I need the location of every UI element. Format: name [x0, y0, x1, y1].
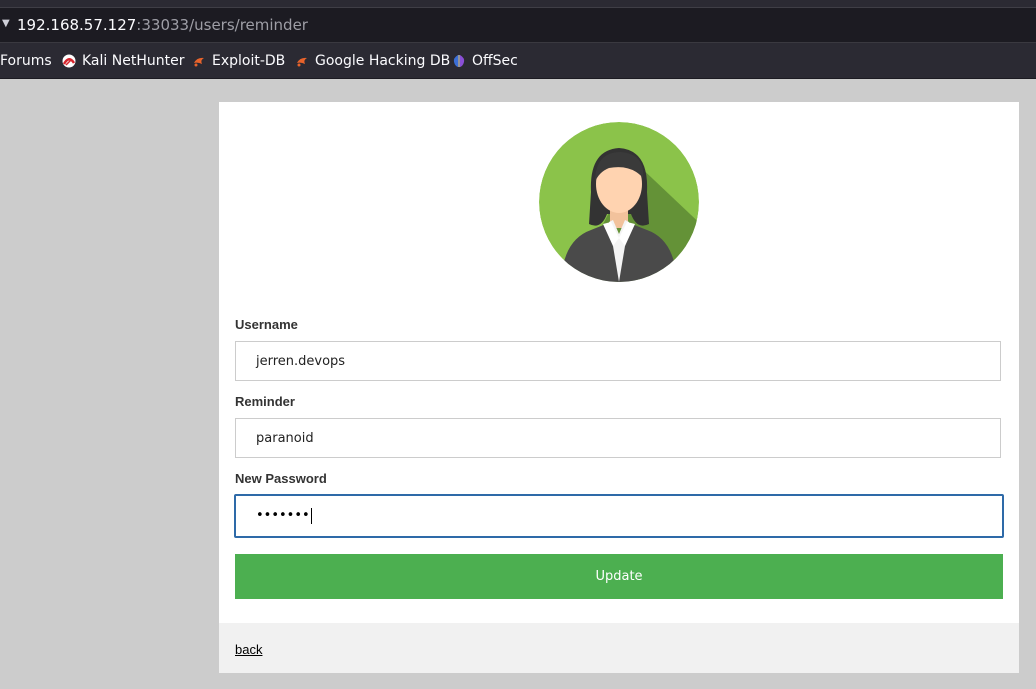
bookmarks-toolbar: Forums Kali NetHunter Exploit-DB Google … — [0, 43, 1036, 79]
offsec-icon — [453, 55, 465, 67]
card-footer: back — [219, 623, 1019, 673]
url-dropdown-icon[interactable]: ▼ — [2, 18, 10, 29]
url-host: 192.168.57.127 — [17, 16, 137, 34]
new-password-label: New Password — [235, 471, 327, 486]
password-mask: ••••••• — [256, 508, 310, 523]
bookmark-label: Forums — [0, 53, 52, 69]
bookmark-label: Kali NetHunter — [82, 53, 185, 69]
text-caret — [310, 507, 312, 524]
address-bar[interactable]: ▼ 192.168.57.127:33033/users/reminder — [0, 8, 1036, 43]
username-field[interactable]: jerren.devops — [235, 341, 1001, 381]
back-link[interactable]: back — [235, 642, 262, 657]
bookmark-kali-nethunter[interactable]: Kali NetHunter — [62, 53, 184, 69]
bookmark-offsec[interactable]: OffSec — [452, 53, 518, 69]
browser-tab-strip — [0, 0, 1036, 8]
user-avatar — [539, 122, 699, 282]
bookmark-label: Google Hacking DB — [315, 53, 451, 69]
bookmark-exploit-db[interactable]: Exploit-DB — [192, 53, 285, 69]
new-password-field[interactable]: ••••••• — [234, 494, 1004, 538]
username-label: Username — [235, 317, 298, 332]
bookmark-label: OffSec — [472, 53, 518, 69]
bookmark-label: Exploit-DB — [212, 53, 286, 69]
url-text[interactable]: 192.168.57.127:33033/users/reminder — [17, 16, 308, 34]
exploit-db-icon — [297, 57, 307, 67]
bookmark-forums[interactable]: Forums — [0, 53, 52, 69]
update-button[interactable]: Update — [235, 554, 1003, 599]
url-path: :33033/users/reminder — [136, 16, 308, 34]
reminder-card: Username jerren.devops Reminder paranoid… — [219, 102, 1019, 673]
bookmark-google-hacking-db[interactable]: Google Hacking DB — [295, 53, 450, 69]
reminder-field[interactable]: paranoid — [235, 418, 1001, 458]
reminder-label: Reminder — [235, 394, 295, 409]
exploit-db-icon — [194, 57, 204, 67]
kali-nethunter-icon — [62, 54, 76, 68]
